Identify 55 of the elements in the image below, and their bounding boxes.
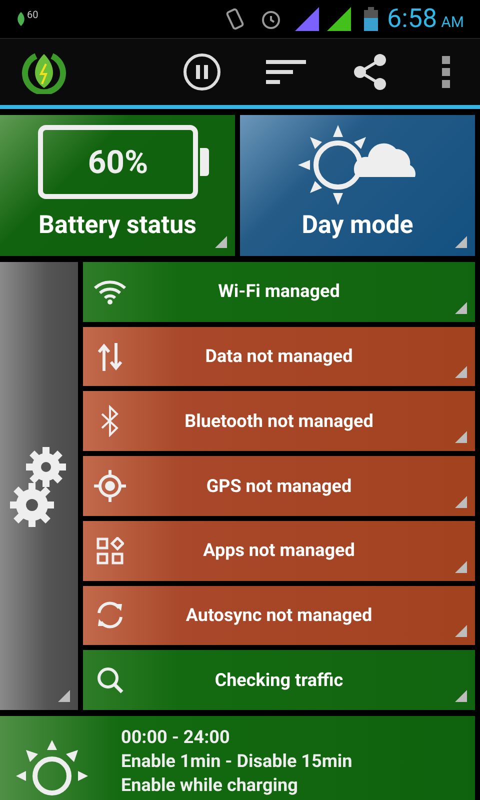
battery-icon bbox=[362, 7, 379, 31]
corner-icon bbox=[455, 496, 467, 508]
pause-icon bbox=[183, 53, 221, 91]
corner-icon bbox=[58, 690, 70, 702]
pause-button[interactable] bbox=[182, 52, 222, 92]
feature-toggle[interactable]: Data not managed bbox=[83, 326, 475, 386]
corner-icon bbox=[455, 366, 467, 378]
bluetooth-icon bbox=[100, 405, 120, 438]
tile-label: Day mode bbox=[302, 210, 414, 242]
toggle-label: Bluetooth not managed bbox=[184, 410, 374, 434]
feature-toggle[interactable]: Apps not managed bbox=[83, 520, 475, 581]
day-tile[interactable]: Day mode bbox=[240, 115, 475, 256]
feature-toggle[interactable]: Checking traffic bbox=[83, 650, 475, 710]
toggle-label: Data not managed bbox=[204, 345, 354, 370]
feature-toggle[interactable]: Bluetooth not managed bbox=[83, 391, 475, 452]
battery-terminal bbox=[200, 148, 209, 176]
search-icon bbox=[96, 666, 124, 694]
corner-icon bbox=[455, 625, 467, 638]
battery-level-text: 60% bbox=[88, 142, 148, 183]
wifi-icon bbox=[93, 278, 127, 305]
leaf-icon bbox=[16, 12, 26, 26]
toggle-label: GPS not managed bbox=[205, 474, 353, 499]
apps-grid-icon bbox=[96, 536, 124, 565]
toggle-label: Autosync not managed bbox=[184, 604, 374, 628]
battery-tile[interactable]: 60% Battery status bbox=[0, 115, 235, 256]
clock-am-pm: AM bbox=[441, 12, 464, 33]
signal-icon bbox=[326, 7, 351, 31]
share-icon bbox=[352, 53, 388, 91]
corner-icon bbox=[455, 302, 467, 314]
corner-icon bbox=[455, 431, 467, 444]
overflow-menu-icon bbox=[442, 56, 450, 88]
up-down-arrows-icon bbox=[97, 342, 123, 371]
toggle-label: Apps not managed bbox=[202, 539, 356, 564]
toggle-label: Wi-Fi managed bbox=[217, 280, 341, 304]
settings-panel[interactable] bbox=[0, 262, 78, 710]
toggle-label: Checking traffic bbox=[214, 668, 344, 693]
crosshair-icon bbox=[94, 470, 126, 502]
feature-toggle[interactable]: Wi-Fi managed bbox=[83, 262, 475, 322]
tile-label: Battery status bbox=[38, 210, 196, 242]
schedule-line: Enable while charging bbox=[121, 774, 299, 798]
sort-icon bbox=[266, 58, 306, 86]
sync-icon bbox=[95, 600, 125, 630]
battery-percent: 60 bbox=[27, 9, 38, 23]
signal-icon bbox=[294, 7, 319, 31]
corner-icon bbox=[455, 690, 467, 702]
corner-icon bbox=[215, 236, 227, 248]
schedule-line: 00:00 - 24:00 bbox=[121, 726, 231, 750]
clock-time: 6:58 bbox=[386, 2, 438, 36]
feature-toggle[interactable]: Autosync not managed bbox=[83, 586, 475, 646]
schedule-panel[interactable]: 00:00 - 24:00 Enable 1min - Disable 15min Enable while charging bbox=[0, 716, 475, 800]
sun-cloud-icon bbox=[298, 125, 418, 205]
corner-icon bbox=[455, 560, 467, 573]
corner-icon bbox=[455, 236, 467, 248]
feature-toggle[interactable]: GPS not managed bbox=[83, 456, 475, 516]
schedule-line: Enable 1min - Disable 15min bbox=[121, 750, 352, 774]
